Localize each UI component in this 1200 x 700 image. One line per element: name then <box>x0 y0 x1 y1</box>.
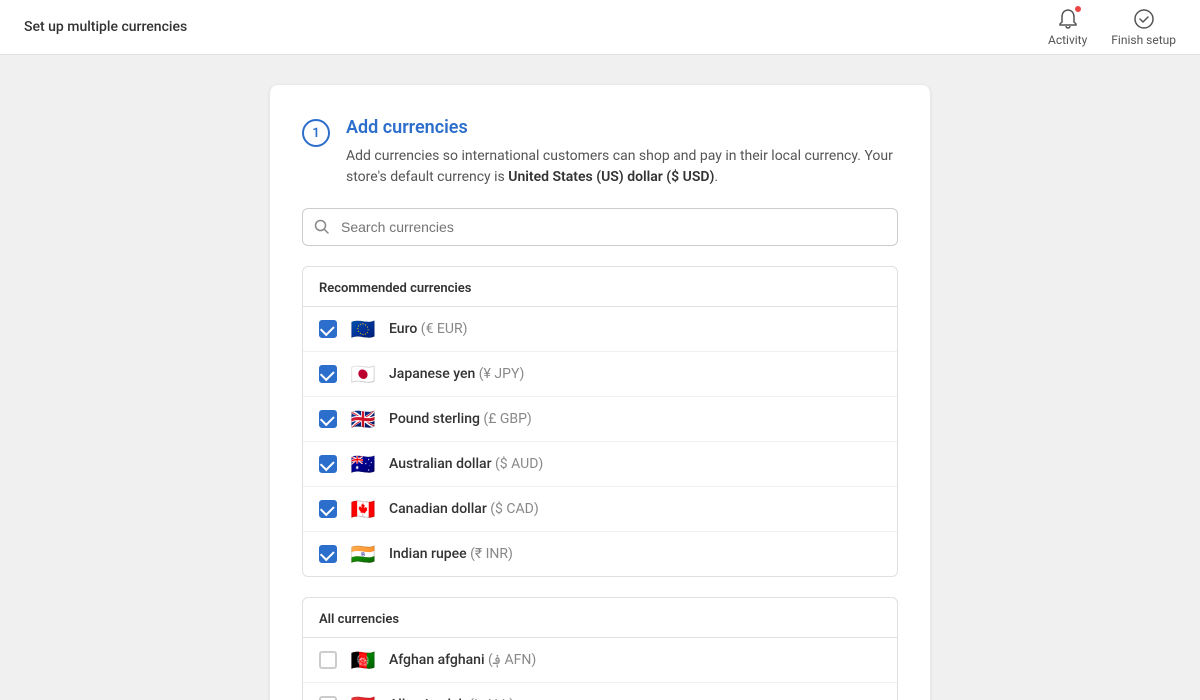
currency-checkbox[interactable] <box>319 410 337 428</box>
currency-checkbox[interactable] <box>319 365 337 383</box>
activity-button[interactable]: Activity <box>1048 7 1087 47</box>
currency-name: Japanese yen (¥ JPY) <box>389 366 524 382</box>
search-input[interactable] <box>302 208 898 246</box>
card: 1 Add currencies Add currencies so inter… <box>270 85 930 700</box>
all-currencies-list: 🇦🇫 Afghan afghani (؋ AFN) 🇦🇱 Albanian le… <box>303 638 897 700</box>
main-content: 1 Add currencies Add currencies so inter… <box>0 55 1200 700</box>
currency-checkbox[interactable] <box>319 696 337 700</box>
currency-code: (؋ AFN) <box>488 652 536 668</box>
all-section-header: All currencies <box>303 598 897 638</box>
currency-code: (€ EUR) <box>421 321 468 337</box>
currency-name: Australian dollar ($ AUD) <box>389 456 543 472</box>
all-currencies-section: All currencies 🇦🇫 Afghan afghani (؋ AFN)… <box>302 597 898 700</box>
finish-setup-button[interactable]: Finish setup <box>1111 7 1176 47</box>
currency-name: Afghan afghani (؋ AFN) <box>389 652 536 668</box>
notification-dot <box>1074 5 1082 13</box>
currency-checkbox[interactable] <box>319 320 337 338</box>
currency-checkbox[interactable] <box>319 500 337 518</box>
recommended-currency-item: 🇬🇧 Pound sterling (£ GBP) <box>303 397 897 442</box>
currency-flag: 🇯🇵 <box>349 362 377 386</box>
currency-flag: 🇨🇦 <box>349 497 377 521</box>
currency-code: ($ AUD) <box>495 456 543 472</box>
recommended-currency-item: 🇪🇺 Euro (€ EUR) <box>303 307 897 352</box>
currency-name: Indian rupee (₹ INR) <box>389 546 513 562</box>
currency-code: (£ GBP) <box>483 411 531 427</box>
search-container <box>302 208 898 246</box>
recommended-currency-item: 🇮🇳 Indian rupee (₹ INR) <box>303 532 897 576</box>
step-description: Add currencies so international customer… <box>346 146 898 188</box>
all-currency-item: 🇦🇫 Afghan afghani (؋ AFN) <box>303 638 897 683</box>
activity-icon <box>1056 7 1080 31</box>
currency-name: Pound sterling (£ GBP) <box>389 411 532 427</box>
currency-checkbox[interactable] <box>319 545 337 563</box>
recommended-currency-item: 🇦🇺 Australian dollar ($ AUD) <box>303 442 897 487</box>
step-badge: 1 <box>302 119 330 147</box>
currency-name: Canadian dollar ($ CAD) <box>389 501 539 517</box>
step-desc-part2: . <box>714 169 718 185</box>
currency-flag: 🇦🇺 <box>349 452 377 476</box>
topbar: Set up multiple currencies Activity Fini… <box>0 0 1200 55</box>
currency-flag: 🇦🇱 <box>349 693 377 700</box>
finish-setup-icon <box>1132 7 1156 31</box>
currency-code: ($ CAD) <box>490 501 538 517</box>
currency-checkbox[interactable] <box>319 651 337 669</box>
currency-name: Euro (€ EUR) <box>389 321 467 337</box>
all-currency-item: 🇦🇱 Albanian lek (L ALL) <box>303 683 897 700</box>
activity-label: Activity <box>1048 33 1087 47</box>
currency-code: (¥ JPY) <box>479 366 525 382</box>
currency-code: (₹ INR) <box>470 546 513 562</box>
currency-checkbox[interactable] <box>319 455 337 473</box>
recommended-currencies-list: 🇪🇺 Euro (€ EUR) 🇯🇵 Japanese yen (¥ JPY) … <box>303 307 897 576</box>
recommended-currency-item: 🇯🇵 Japanese yen (¥ JPY) <box>303 352 897 397</box>
page-title: Set up multiple currencies <box>24 19 187 35</box>
recommended-section-header: Recommended currencies <box>303 267 897 307</box>
currency-flag: 🇮🇳 <box>349 542 377 566</box>
currency-flag: 🇬🇧 <box>349 407 377 431</box>
topbar-actions: Activity Finish setup <box>1048 7 1176 47</box>
finish-setup-label: Finish setup <box>1111 33 1176 47</box>
search-icon <box>314 219 330 235</box>
step-header: 1 Add currencies Add currencies so inter… <box>302 117 898 188</box>
currency-flag: 🇦🇫 <box>349 648 377 672</box>
recommended-currencies-section: Recommended currencies 🇪🇺 Euro (€ EUR) 🇯… <box>302 266 898 577</box>
recommended-currency-item: 🇨🇦 Canadian dollar ($ CAD) <box>303 487 897 532</box>
step-desc-bold: United States (US) dollar ($ USD) <box>508 169 714 185</box>
currency-flag: 🇪🇺 <box>349 317 377 341</box>
step-title: Add currencies <box>346 117 898 138</box>
step-content: Add currencies Add currencies so interna… <box>346 117 898 188</box>
